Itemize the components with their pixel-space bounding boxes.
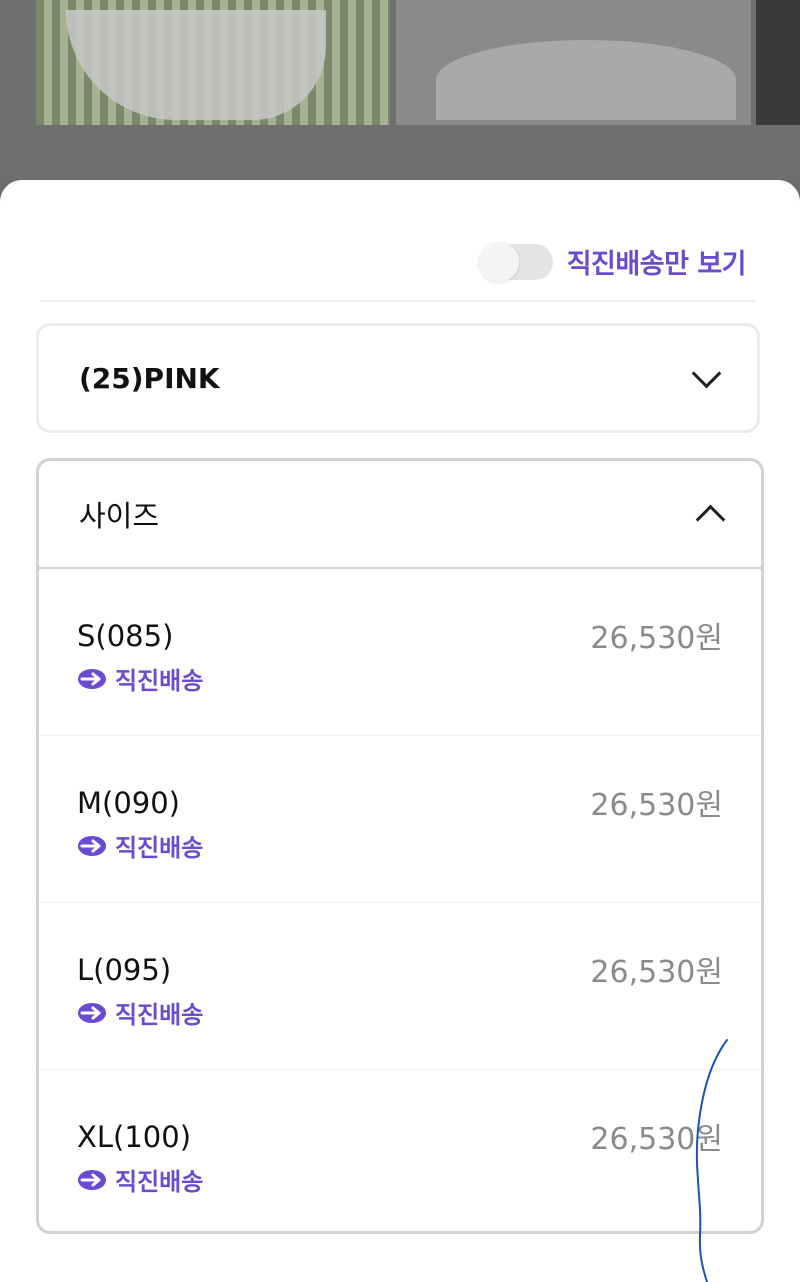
chevron-down-icon	[691, 358, 722, 388]
direct-delivery-badge: 직진배송	[77, 995, 203, 1030]
arrow-circle-icon	[78, 835, 106, 856]
size-name: M(090)	[77, 786, 181, 820]
size-price: 26,530원	[590, 1122, 723, 1157]
size-option-item[interactable]: XL(100) 26,530원 직진배송	[39, 1070, 761, 1231]
size-option-item[interactable]: L(095) 26,530원 직진배송	[39, 903, 761, 1070]
product-image-3	[756, 0, 800, 125]
size-option-header[interactable]: 사이즈	[39, 461, 761, 569]
size-name: S(085)	[77, 619, 174, 653]
direct-delivery-badge: 직진배송	[77, 661, 203, 696]
arrow-circle-icon	[78, 1169, 106, 1190]
direct-delivery-label: 직진배송	[115, 834, 204, 862]
direct-delivery-label: 직진배송	[115, 1001, 204, 1029]
background-product-strip	[0, 0, 800, 180]
product-image-2	[396, 0, 751, 125]
color-option-select[interactable]: (25)PINK	[36, 323, 760, 433]
direct-delivery-label: 직진배송	[115, 1168, 204, 1196]
size-price: 26,530원	[590, 955, 723, 990]
arrow-circle-icon	[78, 668, 106, 689]
size-price: 26,530원	[590, 621, 723, 656]
size-option-title: 사이즈	[79, 499, 160, 533]
direct-delivery-toggle-label: 직진배송만 보기	[566, 249, 747, 280]
chevron-up-icon	[695, 504, 726, 534]
size-name: L(095)	[77, 953, 172, 987]
size-option-dropdown: 사이즈 S(085) 26,530원 직진배송 M(090) 26,530원 직…	[36, 458, 764, 1234]
option-bottom-sheet: 직진배송만 보기 (25)PINK 사이즈 S(085) 26,530원 직진배…	[0, 180, 800, 1282]
divider	[40, 300, 756, 302]
arrow-circle-icon	[78, 1002, 106, 1023]
size-price: 26,530원	[590, 788, 723, 823]
direct-delivery-filter[interactable]: 직진배송만 보기	[478, 241, 747, 282]
size-option-item[interactable]: S(085) 26,530원 직진배송	[39, 569, 761, 736]
toggle-knob	[478, 241, 519, 282]
direct-delivery-toggle[interactable]	[478, 241, 553, 282]
size-option-item[interactable]: M(090) 26,530원 직진배송	[39, 736, 761, 903]
direct-delivery-label: 직진배송	[115, 667, 204, 695]
size-name: XL(100)	[77, 1120, 192, 1154]
direct-delivery-badge: 직진배송	[77, 828, 203, 863]
direct-delivery-badge: 직진배송	[77, 1162, 203, 1197]
product-image-1	[36, 0, 390, 125]
color-option-value: (25)PINK	[79, 361, 220, 395]
